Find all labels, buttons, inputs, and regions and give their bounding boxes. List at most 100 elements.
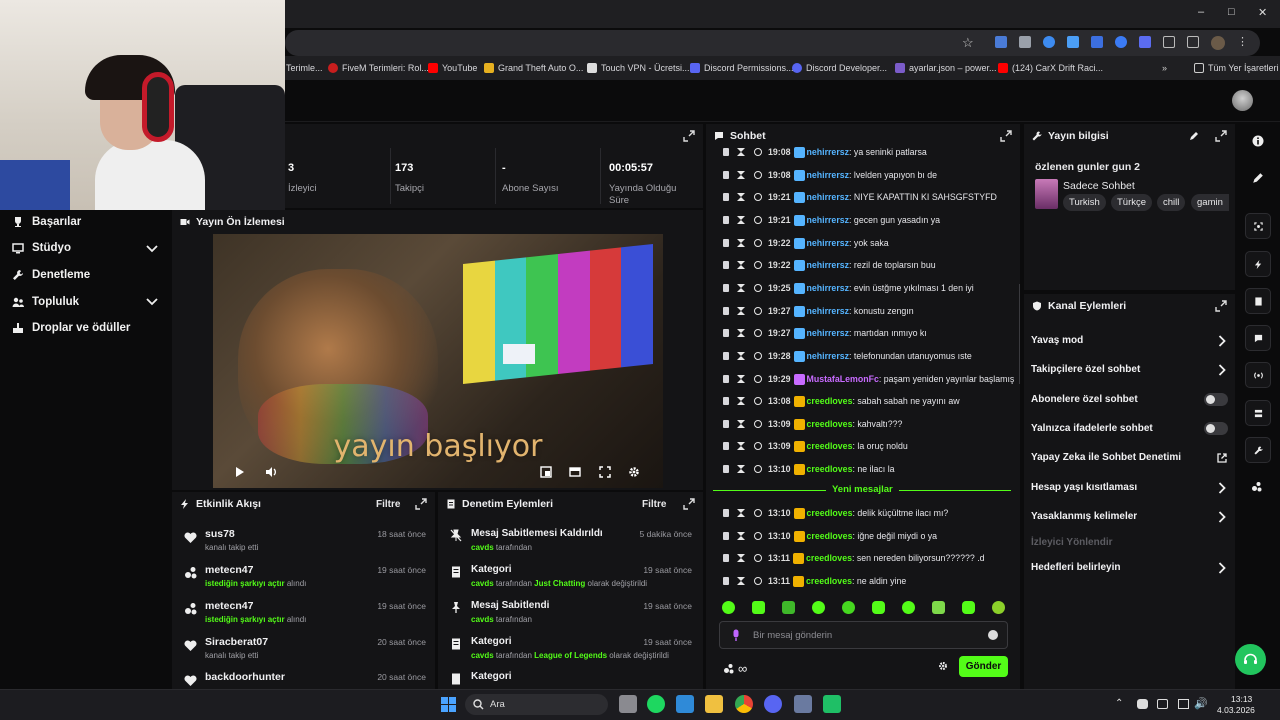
pin-message-icon[interactable] bbox=[723, 532, 729, 540]
theater-mode-icon[interactable] bbox=[569, 466, 581, 478]
chat-username[interactable]: nehirrersz bbox=[807, 238, 850, 248]
chat-scrollbar[interactable] bbox=[1019, 284, 1020, 384]
moderation-item[interactable]: Mesaj Sabitlemesi Kaldırıldı cavds taraf… bbox=[438, 528, 703, 558]
timeout-icon[interactable] bbox=[737, 193, 745, 201]
chat-message[interactable]: 19:08 nehirrersz: ya seninki patlarsa bbox=[723, 145, 927, 159]
menu-dots-icon[interactable]: ⋮ bbox=[1237, 36, 1248, 48]
timeout-icon[interactable] bbox=[737, 509, 745, 517]
sidebar-item-community[interactable]: Topluluk bbox=[12, 296, 79, 308]
quick-action-button[interactable] bbox=[1245, 400, 1271, 426]
pin-message-icon[interactable] bbox=[723, 329, 729, 337]
ban-icon[interactable] bbox=[754, 442, 762, 450]
extension-icon[interactable] bbox=[1139, 36, 1151, 48]
pin-message-icon[interactable] bbox=[723, 148, 729, 156]
taskbar-search[interactable]: Ara bbox=[465, 694, 608, 715]
chat-message[interactable]: 13:10 creedloves: ne ilacı la bbox=[723, 462, 895, 476]
all-bookmarks[interactable]: Tüm Yer İşaretleri bbox=[1194, 60, 1279, 76]
chat-username[interactable]: nehirrersz bbox=[807, 306, 850, 316]
followers-only-item[interactable]: Takipçilere özel sohbet bbox=[1031, 364, 1140, 375]
pin-message-icon[interactable] bbox=[723, 554, 729, 562]
ban-icon[interactable] bbox=[754, 239, 762, 247]
ban-icon[interactable] bbox=[754, 509, 762, 517]
emote-icon[interactable] bbox=[932, 601, 945, 614]
split-view-icon[interactable] bbox=[1187, 36, 1199, 48]
sidebar-item-drops[interactable]: Droplar ve ödüller bbox=[12, 322, 130, 334]
quick-action-button[interactable] bbox=[1245, 288, 1271, 314]
minimize-icon[interactable]: – bbox=[1198, 6, 1204, 18]
activity-item[interactable]: sus78 kanalı takip etti 18 saat önce bbox=[172, 528, 435, 558]
ban-icon[interactable] bbox=[754, 148, 762, 156]
vscode-icon[interactable] bbox=[676, 695, 694, 713]
timeout-icon[interactable] bbox=[737, 465, 745, 473]
send-button[interactable]: Gönder bbox=[959, 656, 1008, 677]
ban-icon[interactable] bbox=[754, 554, 762, 562]
sidebar-item-moderation[interactable]: Denetleme bbox=[12, 269, 90, 281]
chat-message[interactable]: 19:08 nehirrersz: lvelden yapıyon bı de bbox=[723, 168, 937, 182]
chat-username[interactable]: creedloves bbox=[807, 508, 853, 518]
timeout-icon[interactable] bbox=[737, 171, 745, 179]
bookmark-item[interactable]: YouTube bbox=[428, 60, 477, 76]
ban-icon[interactable] bbox=[754, 465, 762, 473]
quick-action-button[interactable] bbox=[1245, 362, 1271, 388]
tag-chip[interactable]: Turkish bbox=[1063, 194, 1106, 211]
extension-icon[interactable] bbox=[1091, 36, 1103, 48]
tag-chip[interactable]: chill bbox=[1157, 194, 1186, 211]
chat-message[interactable]: 19:25 nehirrersz: evin üstğme yıkılması 1… bbox=[723, 281, 974, 295]
channel-points[interactable]: ∞ bbox=[723, 661, 747, 676]
emote-icon[interactable] bbox=[812, 601, 825, 614]
spotify-icon[interactable] bbox=[647, 695, 665, 713]
settings-gear-icon[interactable] bbox=[628, 466, 640, 478]
pip-icon[interactable] bbox=[540, 466, 552, 478]
ban-icon[interactable] bbox=[754, 397, 762, 405]
timeout-icon[interactable] bbox=[737, 532, 745, 540]
quick-action-button[interactable] bbox=[1245, 437, 1271, 463]
quick-action-button[interactable] bbox=[1245, 251, 1271, 277]
ban-icon[interactable] bbox=[754, 171, 762, 179]
expand-icon[interactable] bbox=[1000, 130, 1012, 142]
bookmark-item[interactable]: Touch VPN - Ücretsi... bbox=[587, 60, 690, 76]
timeout-icon[interactable] bbox=[737, 375, 745, 383]
chat-username[interactable]: creedloves bbox=[807, 396, 853, 406]
expand-icon[interactable] bbox=[1215, 300, 1227, 312]
emoji-icon[interactable] bbox=[988, 630, 998, 640]
chat-message[interactable]: 13:10 creedloves: delik küçültme ilacı mı… bbox=[723, 506, 948, 520]
ban-icon[interactable] bbox=[754, 284, 762, 292]
bookmark-star-icon[interactable]: ☆ bbox=[962, 35, 974, 51]
edit-pencil-icon[interactable] bbox=[1252, 172, 1264, 184]
task-view-icon[interactable] bbox=[619, 695, 637, 713]
emote-icon[interactable] bbox=[902, 601, 915, 614]
volume-icon[interactable] bbox=[265, 466, 277, 478]
ban-icon[interactable] bbox=[754, 329, 762, 337]
chat-username[interactable]: creedloves bbox=[807, 464, 853, 474]
chat-username[interactable]: nehirrersz bbox=[807, 170, 850, 180]
play-icon[interactable] bbox=[235, 466, 245, 478]
activity-item[interactable]: backdoorhunter 20 saat önce bbox=[172, 671, 435, 689]
bookmark-item[interactable]: Grand Theft Auto O... bbox=[484, 60, 583, 76]
timeout-icon[interactable] bbox=[737, 442, 745, 450]
chat-username[interactable]: creedloves bbox=[807, 441, 853, 451]
chevron-down-icon[interactable] bbox=[146, 245, 158, 253]
timeout-icon[interactable] bbox=[737, 284, 745, 292]
chat-message[interactable]: 13:11 creedloves: ne aldin yine bbox=[723, 574, 906, 588]
puzzle-icon[interactable] bbox=[1163, 36, 1175, 48]
pin-message-icon[interactable] bbox=[723, 307, 729, 315]
quick-action-button[interactable] bbox=[1245, 325, 1271, 351]
slow-mode-item[interactable]: Yavaş mod bbox=[1031, 335, 1083, 346]
expand-icon[interactable] bbox=[1215, 130, 1227, 142]
timeout-icon[interactable] bbox=[737, 577, 745, 585]
ban-icon[interactable] bbox=[754, 532, 762, 540]
fullscreen-icon[interactable] bbox=[599, 466, 611, 478]
activity-item[interactable]: metecn47 istediğin şarkıyı açtır alındı … bbox=[172, 564, 435, 594]
chat-username[interactable]: nehirrersz bbox=[807, 192, 850, 202]
extension-icon[interactable] bbox=[995, 36, 1007, 48]
chat-username[interactable]: nehirrersz bbox=[807, 260, 850, 270]
close-icon[interactable]: ✕ bbox=[1258, 6, 1267, 19]
pin-message-icon[interactable] bbox=[723, 577, 729, 585]
emote-icon[interactable] bbox=[962, 601, 975, 614]
pin-message-icon[interactable] bbox=[723, 261, 729, 269]
chat-username[interactable]: creedloves bbox=[806, 576, 852, 586]
extension-icon[interactable] bbox=[1115, 36, 1127, 48]
extension-icon[interactable] bbox=[1019, 36, 1031, 48]
ban-icon[interactable] bbox=[754, 577, 762, 585]
chat-message[interactable]: 19:22 nehirrersz: yok saka bbox=[723, 236, 889, 250]
